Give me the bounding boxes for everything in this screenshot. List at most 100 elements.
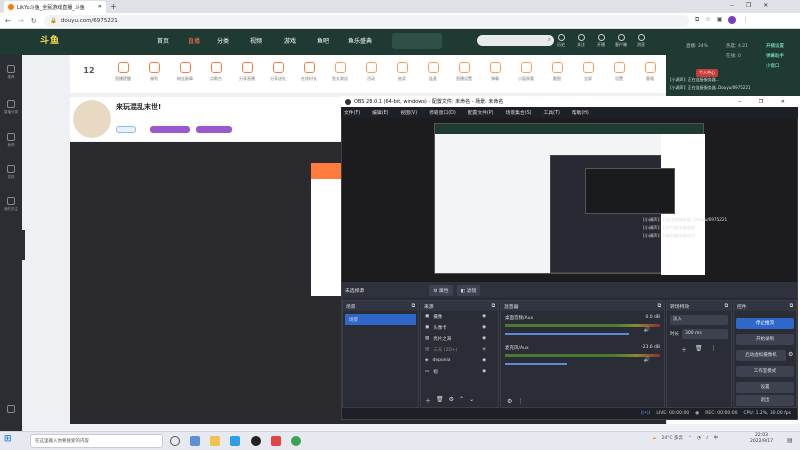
sidebar-collapse-handle[interactable] bbox=[22, 230, 25, 260]
start-recording-button[interactable]: 开始录制 bbox=[736, 334, 794, 345]
mixer-settings-icon[interactable]: ⚙ bbox=[507, 398, 512, 405]
exit-button[interactable]: 退出 bbox=[736, 395, 794, 406]
toolbar-item[interactable]: 客服 bbox=[637, 62, 663, 82]
studio-mode-button[interactable]: 工作室模式 bbox=[736, 366, 794, 377]
medal-tag[interactable] bbox=[196, 126, 232, 133]
stop-streaming-button[interactable]: 停止推流 bbox=[736, 318, 794, 329]
sidebar-item-settings[interactable] bbox=[3, 405, 19, 415]
obs-taskbar-icon[interactable] bbox=[251, 436, 261, 446]
nav-live[interactable]: 直播 bbox=[188, 36, 200, 45]
clock[interactable]: 22:03 2022/9/17 bbox=[750, 433, 773, 445]
undock-icon[interactable]: ⧉ bbox=[492, 303, 495, 309]
toolbar-item[interactable]: 小窗观看 bbox=[513, 62, 539, 82]
notification-icon[interactable]: ▤ bbox=[787, 437, 793, 444]
douyu-taskbar-icon[interactable] bbox=[271, 436, 281, 446]
start-icon[interactable]: ⊞ bbox=[4, 434, 24, 448]
right-action[interactable]: 小窗口 bbox=[766, 63, 780, 69]
obs-menu-scene-collection[interactable]: 场景集合(S) bbox=[506, 109, 532, 116]
toolbar-item[interactable]: 活动 bbox=[358, 62, 384, 82]
follow-icon[interactable]: 关注 bbox=[574, 34, 588, 48]
right-tag[interactable]: 个人中心 bbox=[696, 69, 718, 77]
toolbar-item[interactable]: 直播提醒 bbox=[110, 62, 136, 82]
message-icon[interactable]: 消息 bbox=[634, 34, 648, 48]
filters-button[interactable]: ◧ 滤镜 bbox=[456, 284, 481, 296]
right-action[interactable]: 弹幕助手 bbox=[766, 53, 784, 59]
toolbar-item[interactable]: 分享直播 bbox=[234, 62, 260, 82]
source-item[interactable]: ▧ 三天 (2D+) ◉ bbox=[421, 344, 498, 355]
add-icon[interactable]: ＋ bbox=[425, 396, 431, 405]
history-icon[interactable]: 历史 bbox=[554, 34, 568, 48]
toolbar-item[interactable]: 弹幕 bbox=[482, 62, 508, 82]
source-item[interactable]: ▣ 头像卡 ◉ bbox=[421, 322, 498, 333]
scene-item[interactable]: 场景 bbox=[345, 314, 416, 325]
eye-icon[interactable]: ◉ bbox=[482, 325, 486, 330]
eye-icon[interactable]: ◉ bbox=[482, 347, 486, 352]
nav-home[interactable]: 首页 bbox=[157, 36, 169, 45]
properties-button[interactable]: ⚙ 属性 bbox=[429, 284, 453, 296]
volume-icon[interactable]: ♪ bbox=[706, 436, 709, 441]
toolbar-item[interactable]: 福利 bbox=[141, 62, 167, 82]
nav-yuba[interactable]: 鱼吧 bbox=[317, 36, 329, 45]
volume-slider[interactable] bbox=[505, 333, 629, 335]
add-icon[interactable]: ＋ bbox=[681, 345, 687, 354]
sidebar-item-recommend[interactable]: 推荐 bbox=[3, 65, 19, 80]
weather-text[interactable]: 24°C 多云 bbox=[662, 435, 684, 441]
star-icon[interactable]: ☆ bbox=[705, 16, 710, 24]
reload-icon[interactable]: ↻ bbox=[31, 17, 37, 25]
toolbar-item[interactable]: 连麦 bbox=[420, 62, 446, 82]
menu-icon[interactable]: ⋮ bbox=[711, 345, 717, 354]
extension-icon[interactable]: ⧉ bbox=[695, 16, 699, 24]
toolbar-item[interactable]: 分享送礼 bbox=[265, 62, 291, 82]
sidebar-item-discover[interactable]: 发现 bbox=[3, 165, 19, 180]
toolbar-item[interactable]: 点歌台 bbox=[203, 62, 229, 82]
douyu-logo[interactable]: 斗鱼 bbox=[40, 33, 102, 49]
toolbar-item[interactable]: 截图 bbox=[544, 62, 570, 82]
eye-icon[interactable]: ◉ bbox=[482, 336, 486, 341]
chevron-up-icon[interactable]: ⌃ bbox=[688, 436, 692, 441]
fans-tag[interactable] bbox=[150, 126, 190, 133]
obs-menu-docks[interactable]: 停靠窗口(D) bbox=[429, 109, 456, 116]
profile-avatar[interactable] bbox=[728, 16, 737, 24]
settings-button[interactable]: 设置 bbox=[736, 382, 794, 393]
down-icon[interactable]: ⌄ bbox=[469, 396, 474, 405]
toolbar-item[interactable]: 直播设置 bbox=[451, 62, 477, 82]
anchor-avatar[interactable] bbox=[73, 100, 111, 138]
eye-icon[interactable]: ◉ bbox=[482, 369, 486, 374]
file-explorer-icon[interactable] bbox=[210, 436, 220, 446]
nav-video[interactable]: 视频 bbox=[250, 36, 262, 45]
sidebar-item-yuba[interactable]: 鱼吧 bbox=[3, 133, 19, 148]
eye-icon[interactable]: ◉ bbox=[482, 358, 486, 363]
up-icon[interactable]: ⌃ bbox=[459, 396, 464, 405]
speaker-icon[interactable]: 🔊 bbox=[644, 357, 650, 363]
widgets-icon[interactable] bbox=[190, 436, 200, 446]
undock-icon[interactable]: ⧉ bbox=[412, 303, 415, 309]
obs-menu-file[interactable]: 文件(F) bbox=[344, 109, 360, 116]
client-icon[interactable]: 客户端 bbox=[614, 34, 628, 48]
toolbar-item[interactable]: 全屏 bbox=[575, 62, 601, 82]
task-view-icon[interactable] bbox=[170, 436, 180, 446]
source-item[interactable]: ▧ 亮片之海 ◉ bbox=[421, 333, 498, 344]
obs-preview[interactable]: [小调声]: 正在连接服务器..Douyu/6975221 [小调声]: 正在与… bbox=[342, 118, 797, 282]
obs-menu-view[interactable]: 视图(V) bbox=[400, 109, 417, 116]
toolbar-item[interactable]: 粉丝勋章 bbox=[172, 62, 198, 82]
settings-icon[interactable]: ⚙ bbox=[449, 396, 454, 405]
minimize-icon[interactable]: ‒ bbox=[730, 2, 734, 9]
close-tab-icon[interactable]: ✕ bbox=[98, 4, 102, 10]
toolbar-item[interactable]: 设置 bbox=[606, 62, 632, 82]
nav-category[interactable]: 分类 bbox=[217, 36, 229, 45]
obs-menu-tools[interactable]: 工具(T) bbox=[544, 109, 560, 116]
speaker-icon[interactable]: 🔊 bbox=[644, 327, 650, 333]
virtual-camera-settings-icon[interactable]: ⚙ bbox=[788, 351, 793, 358]
volume-slider[interactable] bbox=[505, 363, 567, 365]
taskbar-search-input[interactable]: 在这里输入你要搜索的内容 bbox=[30, 434, 163, 448]
weather-icon[interactable]: ☁ bbox=[652, 436, 657, 441]
sidebar-item-category[interactable]: 直播分类 bbox=[3, 100, 19, 115]
nav-game[interactable]: 游戏 bbox=[284, 36, 296, 45]
virtual-camera-button[interactable]: 启动虚拟摄像机 bbox=[736, 350, 786, 361]
network-icon[interactable]: ◔ bbox=[697, 436, 701, 441]
url-bar[interactable]: 🔒 douyu.com/6975221 bbox=[44, 15, 689, 27]
ime-icon[interactable]: 中 bbox=[714, 435, 719, 441]
broadcast-icon[interactable]: 开播 bbox=[594, 34, 608, 48]
back-icon[interactable]: ← bbox=[5, 17, 11, 25]
edge-icon[interactable] bbox=[230, 436, 240, 446]
